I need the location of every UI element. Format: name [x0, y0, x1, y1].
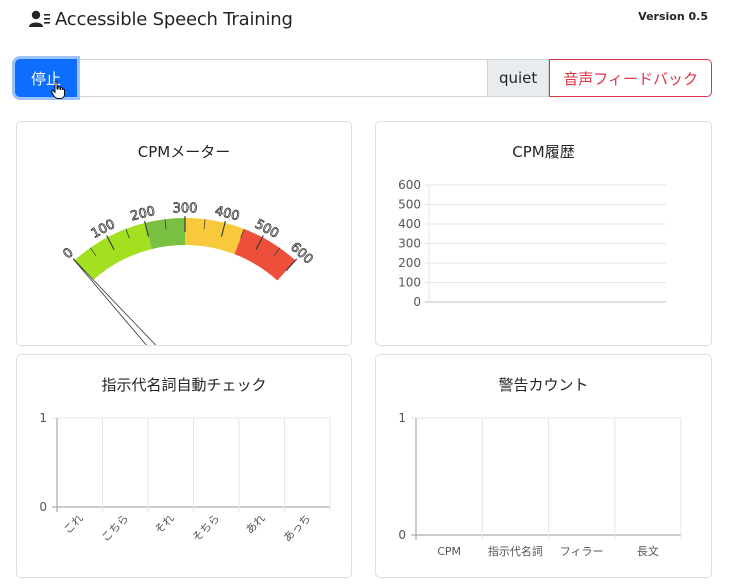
cpm-history-chart: 600 500 400 300 200 100 0: [398, 178, 666, 309]
app-header: Accessible Speech Training: [29, 6, 293, 32]
pronoun-x-tick-label: それ: [152, 512, 177, 537]
pronoun-x-tick-label: これ: [61, 512, 86, 537]
warning-x-tick-label: CPM: [437, 545, 461, 558]
pronoun-x-tick-label: そちら: [190, 512, 223, 545]
app-title: Accessible Speech Training: [55, 8, 293, 30]
warning-count-chart: 1 0 CPM 指示代名詞 フィラー 長文: [398, 411, 682, 558]
history-y-tick-label: 100: [398, 276, 421, 290]
pronoun-x-tick-label: こちら: [99, 512, 132, 545]
speech-text-input[interactable]: [77, 59, 488, 97]
user-list-icon: [29, 10, 50, 27]
pronoun-x-tick-label: あっち: [281, 512, 314, 545]
warning-x-tick-label: 指示代名詞: [488, 544, 543, 558]
version-label: Version 0.5: [638, 10, 708, 23]
mode-label: quiet: [487, 59, 550, 97]
history-y-tick-label: 500: [398, 198, 421, 212]
pronoun-x-tick-label: あれ: [243, 512, 268, 537]
voice-feedback-button[interactable]: 音声フィードバック: [549, 59, 712, 97]
control-bar: 停止 quiet 音声フィードバック: [15, 59, 712, 99]
pronoun-check-card: 指示代名詞自動チェック 1 0 これ こちら それ そちら あれ あっち: [16, 354, 352, 578]
pronoun-check-chart: 1 0 これ こちら それ そちら あれ あっち: [39, 411, 331, 545]
warning-y-tick-label: 1: [398, 411, 406, 425]
gauge-tick-label-300: 300: [173, 202, 198, 217]
warning-y-tick-label: 0: [398, 528, 406, 542]
history-y-tick-label: 400: [398, 217, 421, 231]
warning-x-tick-label: 長文: [637, 544, 659, 558]
cpm-history-card: CPM履歴 600 500 400 300 200 100 0: [375, 121, 712, 346]
history-y-tick-label: 300: [398, 237, 421, 251]
history-y-tick-label: 600: [398, 178, 421, 192]
cpm-meter-card: CPMメーター 0 100 200 300 400 500 600: [16, 121, 352, 346]
warning-x-tick-label: フィラー: [560, 545, 604, 558]
warning-count-card: 警告カウント 1 0 CPM 指示代名詞 フィラー 長文: [375, 354, 712, 578]
hand-pointer-icon: [51, 81, 65, 99]
pronoun-y-tick-label: 0: [39, 500, 47, 514]
history-y-tick-label: 200: [398, 256, 421, 270]
cpm-gauge: 0100200 300 400500600: [60, 201, 316, 345]
pronoun-y-tick-label: 1: [39, 411, 47, 425]
stop-button[interactable]: 停止: [15, 59, 77, 99]
history-y-tick-label: 0: [413, 295, 421, 309]
